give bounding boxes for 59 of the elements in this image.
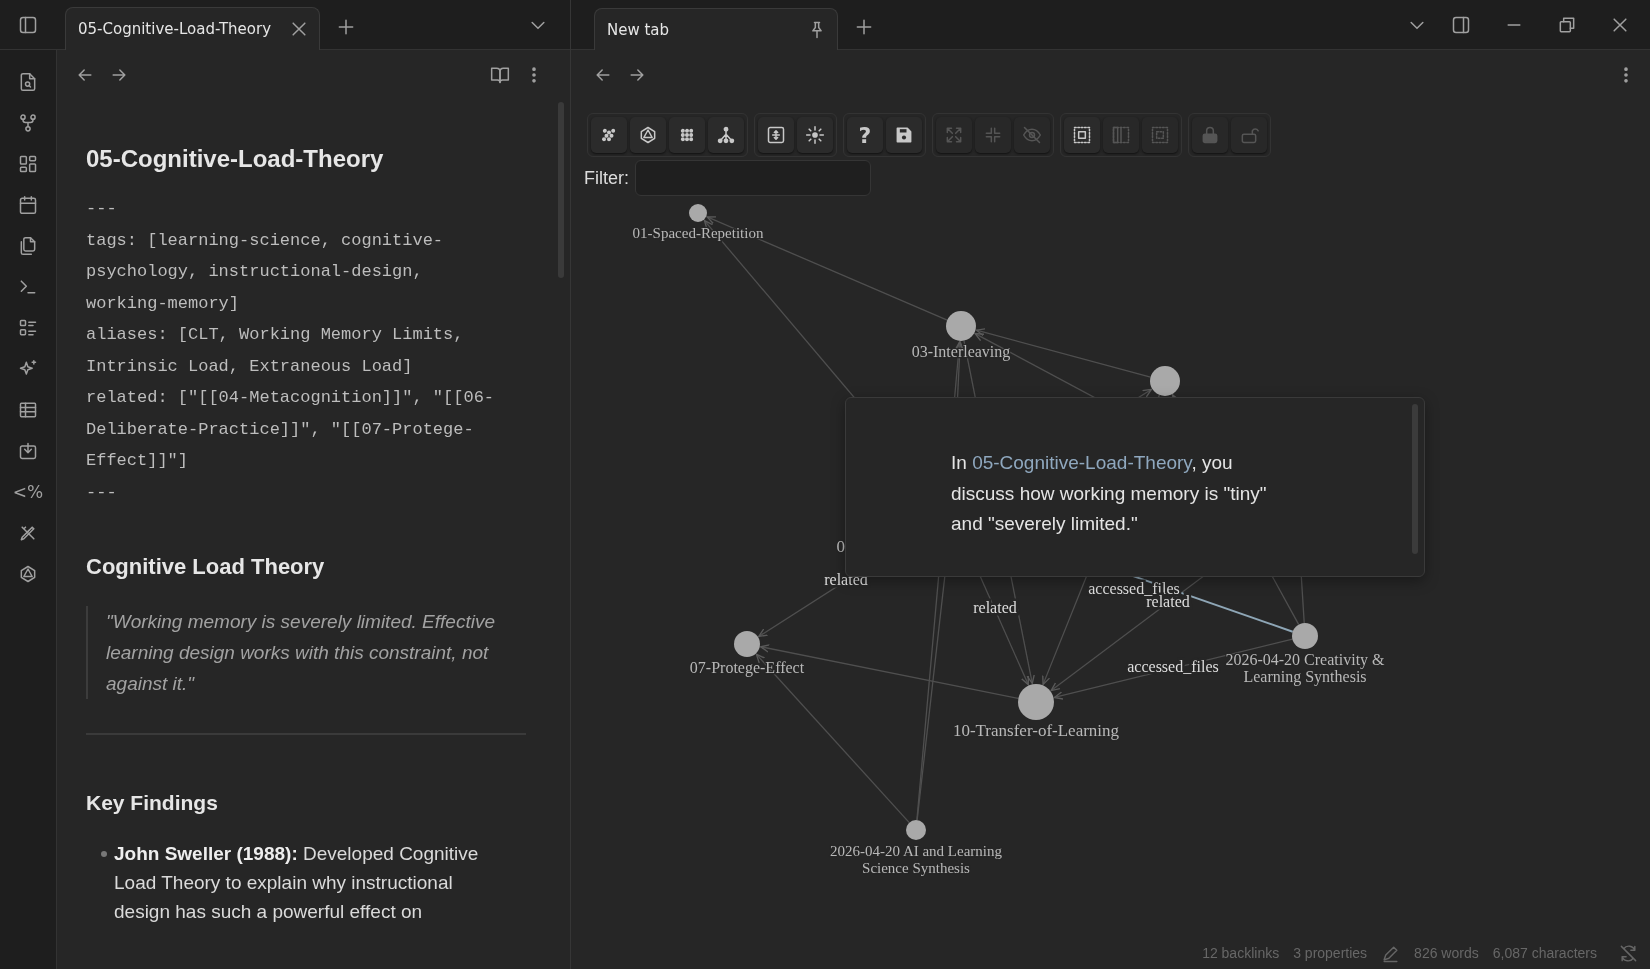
collapse-icon bbox=[983, 125, 1003, 145]
edge-label: related bbox=[973, 599, 1017, 616]
network-button[interactable] bbox=[630, 117, 666, 153]
character-count: 6,087 characters bbox=[1492, 945, 1597, 961]
node-label: 07-Protege-Effect bbox=[689, 659, 805, 676]
node-label: 2026-04-20 AI and Learning Science Synthesis bbox=[830, 843, 1002, 876]
sync-off-icon[interactable] bbox=[1619, 943, 1638, 963]
note-title: 05-Cognitive-Load-Theory bbox=[86, 145, 385, 173]
tab[interactable]: 05-Cognitive-Load-Theory bbox=[65, 7, 321, 50]
eye-off-icon bbox=[1022, 125, 1042, 145]
node-label: 03-Interleaving bbox=[911, 343, 1011, 360]
network-icon bbox=[638, 125, 658, 145]
center-button[interactable] bbox=[797, 117, 833, 153]
save-button[interactable] bbox=[886, 117, 922, 153]
select-frame-icon bbox=[1072, 125, 1092, 145]
tree-button[interactable] bbox=[708, 117, 744, 153]
frontmatter-line: --- bbox=[86, 481, 118, 504]
expand-icon bbox=[944, 125, 964, 145]
tree-icon bbox=[716, 125, 736, 145]
graph-node[interactable] bbox=[1292, 623, 1318, 649]
graph-node[interactable] bbox=[1150, 366, 1180, 396]
graph-node[interactable] bbox=[1018, 684, 1054, 720]
scatter-button[interactable] bbox=[591, 117, 627, 153]
dot-grid-button[interactable] bbox=[669, 117, 705, 153]
tab-title: 05-Cognitive-Load-Theory bbox=[78, 20, 272, 38]
frontmatter-line: related: ["[[04-Metacognition]]", "[[06-Deliberate-Practice]]", "[[07-Protege-Effect]]"] bbox=[86, 387, 496, 472]
node-label: 10-Transfer-of-Learning bbox=[952, 721, 1120, 740]
list-item: John Sweller (1988): Developed Cognitive Load Theory to explain why instructional design has such a powerful effect on bbox=[100, 839, 504, 926]
dotted-frame-icon bbox=[1150, 125, 1170, 145]
section-heading: Key Findings bbox=[86, 791, 219, 815]
unlock-icon bbox=[1239, 125, 1259, 145]
node-label: 01-Spaced-Repetition bbox=[632, 225, 764, 241]
word-count: 826 words bbox=[1414, 945, 1479, 961]
filter-label: Filter: bbox=[584, 167, 629, 189]
center-icon bbox=[805, 125, 825, 145]
move-frame-icon bbox=[766, 125, 786, 145]
template-button[interactable]: <% bbox=[12, 474, 44, 510]
node-label: 0 bbox=[836, 537, 845, 556]
save-icon bbox=[894, 125, 914, 145]
section-heading: Cognitive Load Theory bbox=[86, 554, 326, 580]
frontmatter-line: --- bbox=[86, 198, 118, 220]
graph-node[interactable] bbox=[946, 311, 976, 341]
tab-title: New tab bbox=[607, 20, 671, 39]
edge-label: accessed_files bbox=[1127, 658, 1219, 675]
tab[interactable]: New tab bbox=[594, 8, 838, 50]
note-link[interactable]: 05-Cognitive-Load-Theory bbox=[972, 452, 1192, 473]
graph-node[interactable] bbox=[689, 204, 707, 222]
move-frame-button[interactable] bbox=[758, 117, 794, 153]
node-label: 2026-04-20 Creativity & Learning Synthesis bbox=[1225, 651, 1385, 685]
graph-node[interactable] bbox=[734, 631, 760, 657]
popover-text: In 05-Cognitive-Load-Theory, you discuss how working memory is "tiny" and "severely limited." bbox=[951, 451, 1268, 536]
select-frame-button[interactable] bbox=[1064, 117, 1100, 153]
graph-node[interactable] bbox=[906, 820, 926, 840]
blockquote: "Working memory is severely limited. Effective learning design works with this constraint, not against it." bbox=[86, 606, 526, 699]
help-button[interactable]: ? bbox=[847, 117, 883, 153]
edge-label: related bbox=[1146, 593, 1190, 610]
lock-icon bbox=[1200, 125, 1220, 145]
book-icon[interactable] bbox=[490, 65, 510, 85]
split-icon bbox=[1111, 125, 1131, 145]
